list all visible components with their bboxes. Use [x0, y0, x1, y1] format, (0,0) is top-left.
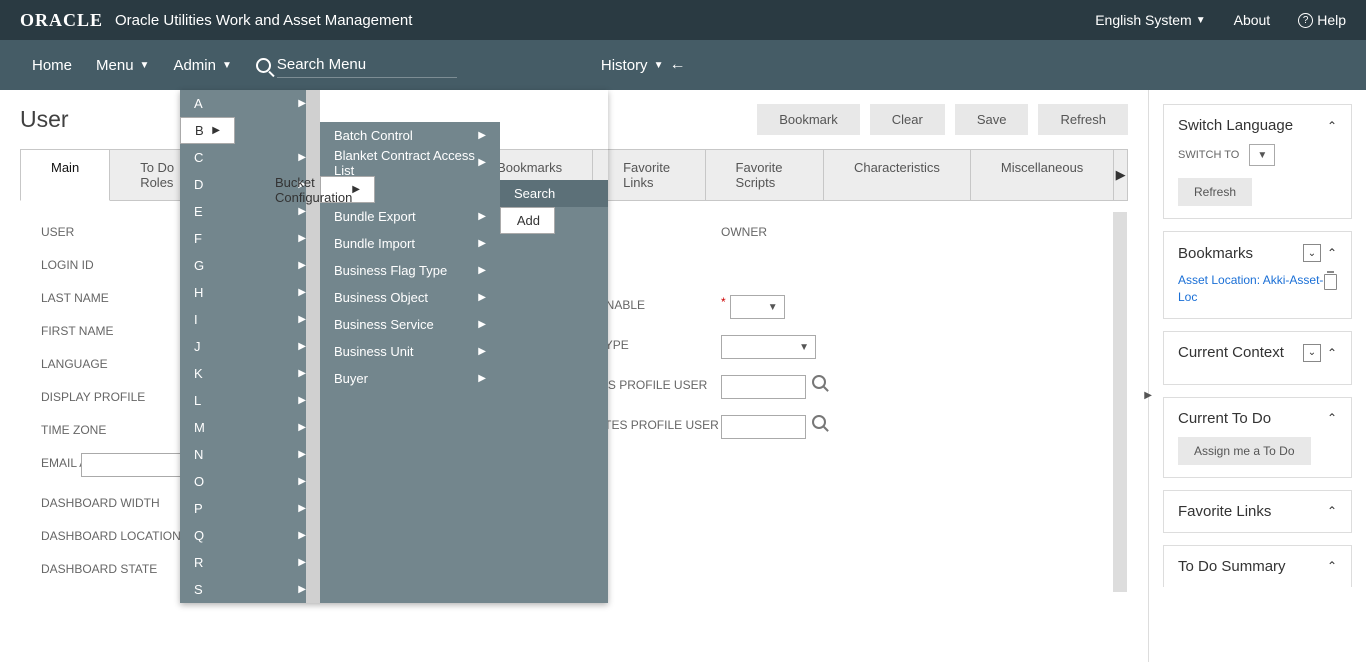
widget-title: Favorite Links	[1178, 503, 1327, 520]
search-icon[interactable]	[812, 415, 826, 429]
admin-letter-m[interactable]: M▶	[180, 414, 320, 441]
tab[interactable]: Favorite Links	[592, 149, 705, 200]
admin-b-column: Batch Control▶Blanket Contract Access Li…	[320, 122, 500, 603]
collapse-icon[interactable]: ⌃	[1327, 504, 1337, 518]
widget-current-todo: Current To Do⌃ Assign me a To Do	[1163, 397, 1352, 478]
admin-letter-h[interactable]: H▶	[180, 279, 320, 306]
nav-home[interactable]: Home	[20, 40, 84, 90]
admin-item[interactable]: Business Unit▶	[320, 338, 500, 365]
admin-letter-b[interactable]: B▶	[180, 117, 235, 144]
widget-todo-summary: To Do Summary⌃	[1163, 545, 1352, 587]
widget-title: Bookmarks	[1178, 245, 1303, 262]
top-header: ORACLE Oracle Utilities Work and Asset M…	[0, 0, 1366, 40]
tab[interactable]: Characteristics	[823, 149, 971, 200]
collapse-icon[interactable]: ⌃	[1327, 411, 1337, 425]
collapse-icon[interactable]: ⌃	[1327, 346, 1337, 360]
admin-sub-item[interactable]: Add	[500, 207, 555, 234]
tab[interactable]: Main	[20, 149, 110, 201]
right-sidebar: Switch Language⌃ SWITCH TO▼ Refresh Book…	[1148, 90, 1366, 662]
bookmark-button[interactable]: Bookmark	[757, 104, 860, 135]
back-arrow-icon: ←	[669, 56, 685, 74]
language-select[interactable]: ▼	[1249, 144, 1275, 166]
admin-letter-column: A▶B▶C▶D▶E▶F▶G▶H▶I▶J▶K▶L▶M▶N▶O▶P▶Q▶R▶S▶	[180, 90, 320, 603]
admin-item[interactable]: Bucket Configuration▶	[320, 176, 375, 203]
save-button[interactable]: Save	[955, 104, 1029, 135]
help-icon: ?	[1298, 13, 1313, 28]
language-selector[interactable]: English System ▼	[1095, 12, 1205, 28]
help-link[interactable]: ? Help	[1298, 12, 1346, 28]
nav-menu[interactable]: Menu▼	[84, 40, 161, 90]
admin-letter-a[interactable]: A▶	[180, 90, 320, 117]
refresh-button[interactable]: Refresh	[1038, 104, 1128, 135]
widget-switch-language: Switch Language⌃ SWITCH TO ▼ Refresh	[1163, 104, 1352, 219]
tab[interactable]: Favorite Scripts	[705, 149, 824, 200]
admin-letter-i[interactable]: I▶	[180, 306, 320, 333]
admin-item[interactable]: Bundle Import▶	[320, 230, 500, 257]
widget-favorite-links: Favorite Links⌃	[1163, 490, 1352, 533]
widget-title: To Do Summary	[1178, 558, 1327, 575]
assign-todo-button[interactable]: Assign me a To Do	[1178, 437, 1311, 465]
admin-letter-r[interactable]: R▶	[180, 549, 320, 576]
admin-item[interactable]: Buyer▶	[320, 365, 500, 392]
widget-title: Current To Do	[1178, 410, 1327, 427]
expand-sidebar-handle[interactable]: ▶	[1144, 390, 1152, 401]
switch-to-label: SWITCH TO	[1178, 149, 1239, 161]
widget-title: Current Context	[1178, 344, 1303, 361]
admin-letter-c[interactable]: C▶	[180, 144, 320, 171]
admin-item[interactable]: Business Flag Type▶	[320, 257, 500, 284]
label-owner: OWNER	[721, 222, 921, 239]
admin-letter-l[interactable]: L▶	[180, 387, 320, 414]
refresh-language-button[interactable]: Refresh	[1178, 178, 1252, 206]
nav-admin[interactable]: Admin▼	[161, 40, 243, 90]
admin-item[interactable]: Bundle Export▶	[320, 203, 500, 230]
app-title: Oracle Utilities Work and Asset Manageme…	[115, 12, 412, 29]
admin-letter-f[interactable]: F▶	[180, 225, 320, 252]
top-right-nav: English System ▼ About ? Help	[1095, 12, 1346, 28]
menu-bar: Home Menu▼ Admin▼ History▼ ←	[0, 40, 1366, 90]
about-link[interactable]: About	[1234, 12, 1271, 28]
tab-scroll-right[interactable]: ▶	[1113, 149, 1128, 200]
admin-item[interactable]: Blanket Contract Access List▶	[320, 149, 500, 176]
admin-letter-g[interactable]: G▶	[180, 252, 320, 279]
bookmark-link[interactable]: Asset Location: Akki-Asset-Loc	[1178, 272, 1324, 306]
favorites-profile-input[interactable]	[721, 415, 806, 439]
toggle-icon[interactable]: ⌄	[1303, 344, 1321, 362]
nav-history[interactable]: History▼ ←	[589, 40, 698, 90]
admin-item[interactable]: Business Object▶	[320, 284, 500, 311]
tab[interactable]: Miscellaneous	[970, 149, 1114, 200]
collapse-icon[interactable]: ⌃	[1327, 246, 1337, 260]
portals-profile-input[interactable]	[721, 375, 806, 399]
widget-bookmarks: Bookmarks⌄ ⌃ Asset Location: Akki-Asset-L…	[1163, 231, 1352, 319]
admin-letter-k[interactable]: K▶	[180, 360, 320, 387]
user-enable-select[interactable]: ▼	[730, 295, 785, 319]
admin-letter-n[interactable]: N▶	[180, 441, 320, 468]
search-icon[interactable]	[812, 375, 826, 389]
collapse-icon[interactable]: ⌃	[1327, 119, 1337, 133]
admin-letter-p[interactable]: P▶	[180, 495, 320, 522]
search-input[interactable]	[277, 52, 457, 78]
admin-letter-j[interactable]: J▶	[180, 333, 320, 360]
admin-letter-o[interactable]: O▶	[180, 468, 320, 495]
admin-item[interactable]: Business Service▶	[320, 311, 500, 338]
admin-dropdown: A▶B▶C▶D▶E▶F▶G▶H▶I▶J▶K▶L▶M▶N▶O▶P▶Q▶R▶S▶ B…	[180, 90, 608, 603]
admin-letter-s[interactable]: S▶	[180, 576, 320, 603]
admin-sub-item[interactable]: Search	[500, 180, 608, 207]
widget-title: Switch Language	[1178, 117, 1327, 134]
admin-letter-q[interactable]: Q▶	[180, 522, 320, 549]
search-menu[interactable]	[244, 40, 469, 90]
user-type-select[interactable]: ▼	[721, 335, 816, 359]
search-icon	[256, 58, 271, 73]
brand-logo: ORACLE	[20, 10, 103, 31]
widget-current-context: Current Context⌄ ⌃	[1163, 331, 1352, 385]
admin-sub-column: SearchAdd	[500, 180, 608, 603]
trash-icon[interactable]	[1324, 274, 1337, 290]
collapse-icon[interactable]: ⌃	[1327, 559, 1337, 573]
clear-button[interactable]: Clear	[870, 104, 945, 135]
page-title: User	[20, 106, 69, 133]
toggle-icon[interactable]: ⌄	[1303, 244, 1321, 262]
admin-item[interactable]: Batch Control▶	[320, 122, 500, 149]
